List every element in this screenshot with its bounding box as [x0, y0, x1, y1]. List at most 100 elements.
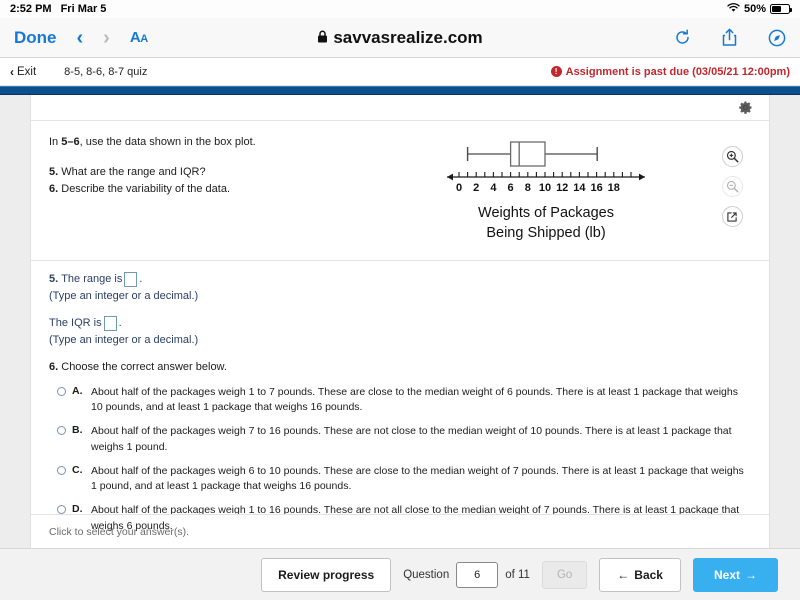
question-panel: In 5–6, use the data shown in the box pl…	[30, 95, 770, 548]
back-arrow-icon: ←	[617, 567, 630, 582]
choice-b-text: About half of the packages weigh 7 to 16…	[91, 425, 732, 453]
go-button: Go	[541, 560, 588, 589]
url-text: savvasrealize.com	[333, 27, 483, 47]
prompt-item-6-num: 6.	[49, 183, 59, 196]
choice-c[interactable]: C. About half of the packages weigh 6 to…	[57, 464, 751, 494]
prompt-intro-suffix: , use the data shown in the box plot.	[79, 136, 256, 148]
choice-c-letter: C.	[72, 463, 83, 476]
prompt-text: In 5–6, use the data shown in the box pl…	[49, 134, 379, 252]
prompt-intro-prefix: In	[49, 136, 62, 148]
prompt-item-5-num: 5.	[49, 166, 59, 179]
wifi-icon	[727, 2, 740, 16]
assignment-header: ‹ Exit 8-5, 8-6, 8-7 quiz ! Assignment i…	[0, 58, 800, 86]
radio-c[interactable]	[57, 465, 66, 475]
back-button[interactable]: ← Back	[599, 557, 681, 592]
select-answer-hint: Click to select your answer(s).	[31, 514, 769, 548]
past-due-banner: ! Assignment is past due (03/05/21 12:00…	[550, 65, 790, 78]
range-input[interactable]	[124, 271, 138, 287]
range-answer-prefix: The range is	[61, 273, 123, 285]
ios-status-bar: 2:52 PM Fri Mar 5 50%	[0, 0, 800, 18]
answer-section: 5. The range is . (Type an integer or a …	[31, 261, 769, 548]
svg-text:12: 12	[556, 182, 568, 194]
zoom-in-icon[interactable]	[721, 146, 743, 167]
svg-text:0: 0	[456, 182, 462, 194]
lock-icon	[317, 28, 328, 48]
workspace: In 5–6, use the data shown in the box pl…	[0, 95, 800, 548]
safari-toolbar: Done ‹ › AA savvasrealize.com	[0, 18, 800, 58]
exit-label: Exit	[17, 65, 37, 78]
svg-text:4: 4	[490, 182, 497, 194]
prompt-intro-range: 5–6	[61, 136, 80, 148]
iqr-answer-suffix: .	[118, 317, 122, 329]
prompt-intro: In 5–6, use the data shown in the box pl…	[49, 134, 379, 151]
svg-text:16: 16	[590, 182, 602, 194]
past-due-text: Assignment is past due (03/05/21 12:00pm…	[565, 65, 790, 78]
reload-icon[interactable]	[674, 29, 691, 46]
choice-a-text: About half of the packages weigh 1 to 7 …	[91, 386, 738, 414]
share-icon[interactable]	[721, 28, 738, 47]
prompt-item-5: 5. What are the range and IQR?	[49, 164, 379, 181]
range-question-num: 5.	[49, 273, 59, 285]
right-gutter	[770, 95, 800, 548]
done-button[interactable]: Done	[14, 28, 57, 48]
q6-num: 6.	[49, 361, 59, 373]
status-time: 2:52 PM	[10, 3, 52, 15]
review-progress-button[interactable]: Review progress	[261, 557, 392, 592]
assignment-footer: Review progress Question of 11 Go ← Back…	[0, 548, 800, 600]
prompt-item-5-text: What are the range and IQR?	[61, 166, 206, 179]
question-number-input[interactable]	[456, 561, 499, 588]
range-hint: (Type an integer or a decimal.)	[49, 289, 199, 302]
question-navigator: Question of 11	[403, 561, 530, 588]
choice-list: A. About half of the packages weigh 1 to…	[49, 385, 751, 534]
text-size-button[interactable]: AA	[130, 29, 148, 46]
range-answer-line: 5. The range is .	[49, 271, 751, 288]
popout-icon[interactable]	[721, 206, 743, 227]
choice-c-text: About half of the packages weigh 6 to 10…	[91, 464, 744, 493]
quiz-title: 8-5, 8-6, 8-7 quiz	[64, 65, 148, 78]
figure-caption-line1: Weights of Packages	[478, 205, 614, 221]
panel-body: In 5–6, use the data shown in the box pl…	[31, 121, 769, 548]
prompt-item-6: 6. Describe the variability of the data.	[49, 181, 379, 198]
browser-back-icon[interactable]: ‹	[77, 28, 84, 48]
iqr-input[interactable]	[103, 315, 117, 331]
figure-tools	[713, 134, 751, 252]
radio-a[interactable]	[57, 387, 66, 396]
panel-toolbar	[31, 95, 769, 121]
q6-prompt-text: Choose the correct answer below.	[61, 361, 227, 373]
header-divider	[0, 86, 800, 95]
svg-text:2: 2	[473, 182, 479, 194]
prompt-item-6-text: Describe the variability of the data.	[61, 183, 231, 196]
svg-text:10: 10	[539, 182, 551, 194]
choice-b-letter: B.	[72, 424, 83, 437]
browser-forward-icon: ›	[103, 26, 110, 49]
left-gutter	[0, 95, 30, 548]
status-date: Fri Mar 5	[60, 3, 107, 15]
iqr-answer-prefix: The IQR is	[49, 317, 102, 329]
boxplot-figure: 024 6 8 10 12 14 16 18 Weights of Packages B…	[379, 134, 713, 252]
question-label: Question	[403, 568, 450, 581]
choice-a-letter: A.	[72, 385, 83, 397]
compass-icon[interactable]	[768, 29, 786, 47]
back-label: Back	[634, 567, 663, 582]
iqr-answer-line: The IQR is .	[49, 315, 751, 332]
battery-icon	[770, 4, 792, 14]
radio-b[interactable]	[57, 426, 66, 436]
choice-a[interactable]: A. About half of the packages weigh 1 to…	[57, 385, 751, 415]
exit-chevron-icon: ‹	[10, 64, 14, 79]
radio-d[interactable]	[57, 505, 66, 515]
exit-button[interactable]: ‹ Exit	[10, 65, 36, 79]
next-label: Next	[713, 567, 740, 582]
svg-text:8: 8	[525, 182, 531, 194]
next-arrow-icon: →	[745, 567, 757, 582]
gear-icon[interactable]	[738, 100, 753, 115]
boxplot-graphic: 024 6 8 10 12 14 16 18	[447, 141, 645, 194]
svg-text:14: 14	[573, 182, 586, 194]
choice-b[interactable]: B. About half of the packages weigh 7 to…	[57, 424, 751, 454]
next-button[interactable]: Next →	[692, 557, 778, 592]
svg-text:18: 18	[608, 182, 620, 194]
alert-icon: !	[550, 66, 562, 77]
battery-percent-label: 50%	[743, 3, 766, 15]
iqr-hint: (Type an integer or a decimal.)	[49, 333, 199, 346]
zoom-out-icon	[721, 176, 743, 197]
question-total-label: of 11	[505, 568, 530, 581]
